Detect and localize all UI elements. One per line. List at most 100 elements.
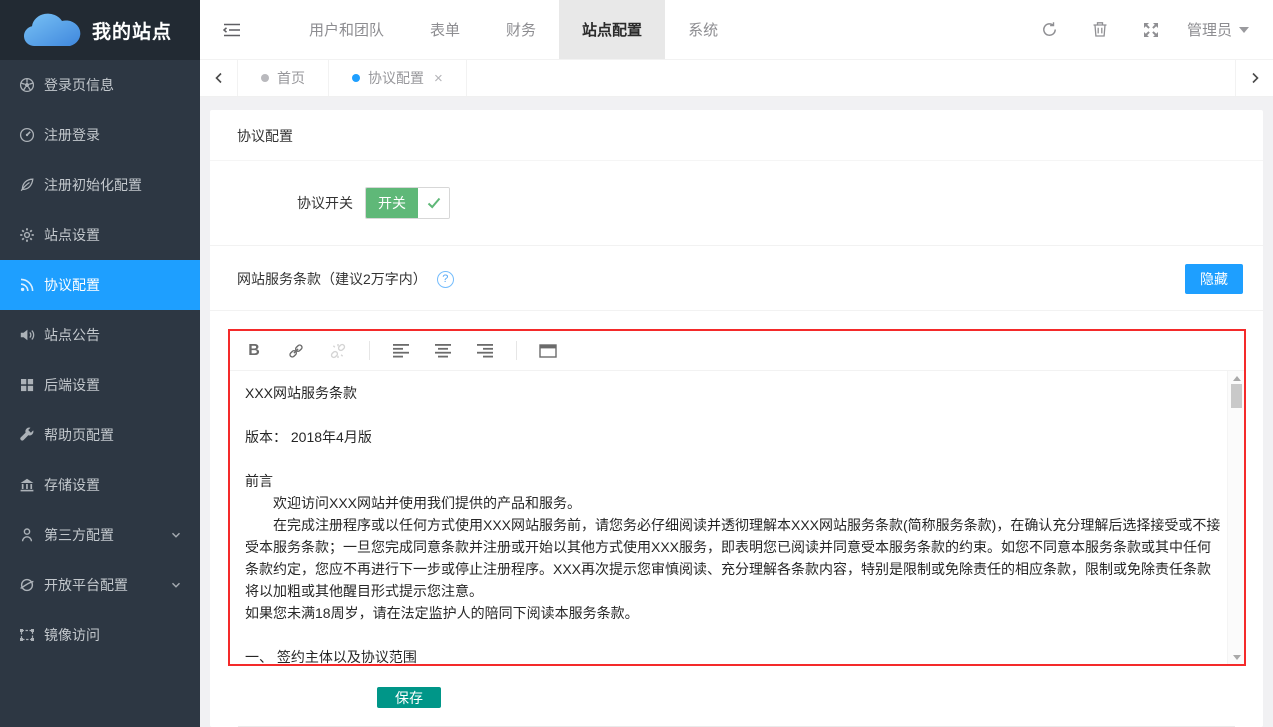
user-menu[interactable]: 管理员: [1177, 0, 1259, 59]
sidebar-item-backend-settings[interactable]: 后端设置: [0, 360, 200, 410]
header-nav-users-teams[interactable]: 用户和团队: [286, 0, 407, 59]
editor-body: XXX网站服务条款 版本： 2018年4月版 前言 欢迎访问XXX网站并使用我们…: [230, 371, 1244, 664]
sidebar-item-label: 帮助页配置: [44, 425, 114, 445]
grid-icon: [19, 377, 35, 393]
dashboard-icon: [19, 127, 35, 143]
terms-paragraph: 前言: [245, 470, 1223, 492]
sidebar-item-site-settings[interactable]: 站点设置: [0, 210, 200, 260]
editor-toolbar: B: [230, 331, 1244, 371]
save-button[interactable]: 保存: [377, 687, 441, 708]
protocol-switch-toggle[interactable]: 开关: [365, 187, 450, 219]
editor-scrollbar[interactable]: [1227, 371, 1244, 664]
sidebar-item-register-login[interactable]: 注册登录: [0, 110, 200, 160]
bank-icon: [19, 477, 35, 493]
fullscreen-icon[interactable]: [1126, 0, 1177, 59]
sidebar-item-label: 后端设置: [44, 375, 100, 395]
window-icon[interactable]: [527, 337, 569, 365]
scroll-down-icon[interactable]: [1228, 650, 1244, 664]
trash-icon[interactable]: [1075, 0, 1126, 59]
terms-paragraph: [245, 624, 1223, 646]
sidebar-item-login-page-info[interactable]: 登录页信息: [0, 60, 200, 110]
sidebar-item-label: 站点设置: [44, 225, 100, 245]
header-actions: 管理员: [1024, 0, 1273, 59]
chevron-down-icon: [170, 529, 182, 541]
help-icon[interactable]: ?: [437, 271, 454, 288]
terms-header-row: 网站服务条款（建议2万字内） ? 隐藏: [210, 246, 1263, 310]
switch-on-segment[interactable]: 开关: [366, 188, 418, 218]
sidebar-item-label: 注册初始化配置: [44, 175, 142, 195]
align-center-icon[interactable]: [422, 337, 464, 365]
terms-paragraph: [245, 404, 1223, 426]
sidebar-item-label: 登录页信息: [44, 75, 114, 95]
hide-button[interactable]: 隐藏: [1185, 264, 1243, 294]
tab-home[interactable]: 首页: [238, 60, 329, 96]
terms-paragraph: 欢迎访问XXX网站并使用我们提供的产品和服务。: [245, 492, 1223, 514]
sidebar-item-help-page-config[interactable]: 帮助页配置: [0, 410, 200, 460]
link-icon[interactable]: [275, 337, 317, 365]
collapse-menu-icon[interactable]: [200, 0, 264, 59]
tab-dot-icon: [261, 74, 269, 82]
sidebar-item-site-announcement[interactable]: 站点公告: [0, 310, 200, 360]
header-nav: 用户和团队 表单 财务 站点配置 系统: [286, 0, 741, 59]
close-icon[interactable]: ×: [434, 71, 443, 86]
sidebar-item-label: 存储设置: [44, 475, 100, 495]
sidebar: 我的站点 登录页信息 注册登录 注册初始化配置 站点设置 协议配置 站点公告: [0, 0, 200, 727]
header-nav-site-config[interactable]: 站点配置: [559, 0, 665, 59]
chevron-down-icon: [170, 579, 182, 591]
top-header: 用户和团队 表单 财务 站点配置 系统 管理员: [200, 0, 1273, 60]
terms-paragraph: 如果您未满18周岁，请在法定监护人的陪同下阅读本服务条款。: [245, 602, 1223, 624]
pen-icon: [19, 177, 35, 193]
user-icon: [19, 527, 35, 543]
sidebar-item-label: 第三方配置: [44, 525, 114, 545]
sidebar-item-storage-settings[interactable]: 存储设置: [0, 460, 200, 510]
editor-content[interactable]: XXX网站服务条款 版本： 2018年4月版 前言 欢迎访问XXX网站并使用我们…: [230, 371, 1227, 664]
wrench-icon: [19, 427, 35, 443]
sidebar-item-open-platform-config[interactable]: 开放平台配置: [0, 560, 200, 610]
header-nav-system[interactable]: 系统: [665, 0, 741, 59]
sidebar-item-protocol-config[interactable]: 协议配置: [0, 260, 200, 310]
refresh-icon[interactable]: [1024, 0, 1075, 59]
tabs-scroll-right-icon[interactable]: [1235, 60, 1273, 96]
toolbar-divider: [369, 341, 370, 360]
caret-down-icon: [1239, 27, 1249, 33]
logo: 我的站点: [0, 0, 200, 60]
header-nav-finance[interactable]: 财务: [483, 0, 559, 59]
check-icon[interactable]: [418, 188, 449, 218]
unlink-icon: [317, 337, 359, 365]
terms-paragraph: 版本： 2018年4月版: [245, 426, 1223, 448]
sidebar-item-label: 注册登录: [44, 125, 100, 145]
sidebar-item-label: 协议配置: [44, 275, 100, 295]
cloud-icon: [20, 10, 82, 50]
scroll-up-icon[interactable]: [1228, 371, 1244, 385]
terms-paragraph: 一、 签约主体以及协议范围: [245, 646, 1223, 664]
protocol-switch-row: 协议开关 开关: [210, 187, 1263, 219]
tab-protocol-config[interactable]: 协议配置 ×: [329, 60, 467, 96]
page-title: 协议配置: [210, 110, 1263, 161]
protocol-switch-label: 协议开关: [210, 193, 365, 213]
terms-label: 网站服务条款（建议2万字内）: [237, 269, 427, 289]
tab-bar: 首页 协议配置 ×: [200, 60, 1273, 97]
divider: [210, 310, 1263, 311]
gear-icon: [19, 227, 35, 243]
speaker-icon: [19, 327, 35, 343]
sidebar-item-register-init-config[interactable]: 注册初始化配置: [0, 160, 200, 210]
tabs-scroll-left-icon[interactable]: [200, 60, 238, 96]
terms-paragraph: 在完成注册程序或以任何方式使用XXX网站服务前，请您务必仔细阅读并透彻理解本XX…: [245, 514, 1223, 602]
toolbar-divider: [516, 341, 517, 360]
terms-paragraph: [245, 448, 1223, 470]
sidebar-item-label: 开放平台配置: [44, 575, 128, 595]
sidebar-item-third-party-config[interactable]: 第三方配置: [0, 510, 200, 560]
football-icon: [19, 77, 35, 93]
sidebar-item-mirror-access[interactable]: 镜像访问: [0, 610, 200, 660]
align-left-icon[interactable]: [380, 337, 422, 365]
user-name: 管理员: [1187, 19, 1232, 40]
header-nav-forms[interactable]: 表单: [407, 0, 483, 59]
sidebar-item-label: 镜像访问: [44, 625, 100, 645]
align-right-icon[interactable]: [464, 337, 506, 365]
bold-icon[interactable]: B: [233, 337, 275, 365]
protocol-config-card: 协议配置 协议开关 开关 网站服务条款（建议2万字内） ? 隐藏: [210, 110, 1263, 727]
site-title: 我的站点: [92, 17, 172, 44]
terms-paragraph: XXX网站服务条款: [245, 382, 1223, 404]
planet-icon: [19, 577, 35, 593]
scrollbar-thumb[interactable]: [1231, 384, 1242, 408]
